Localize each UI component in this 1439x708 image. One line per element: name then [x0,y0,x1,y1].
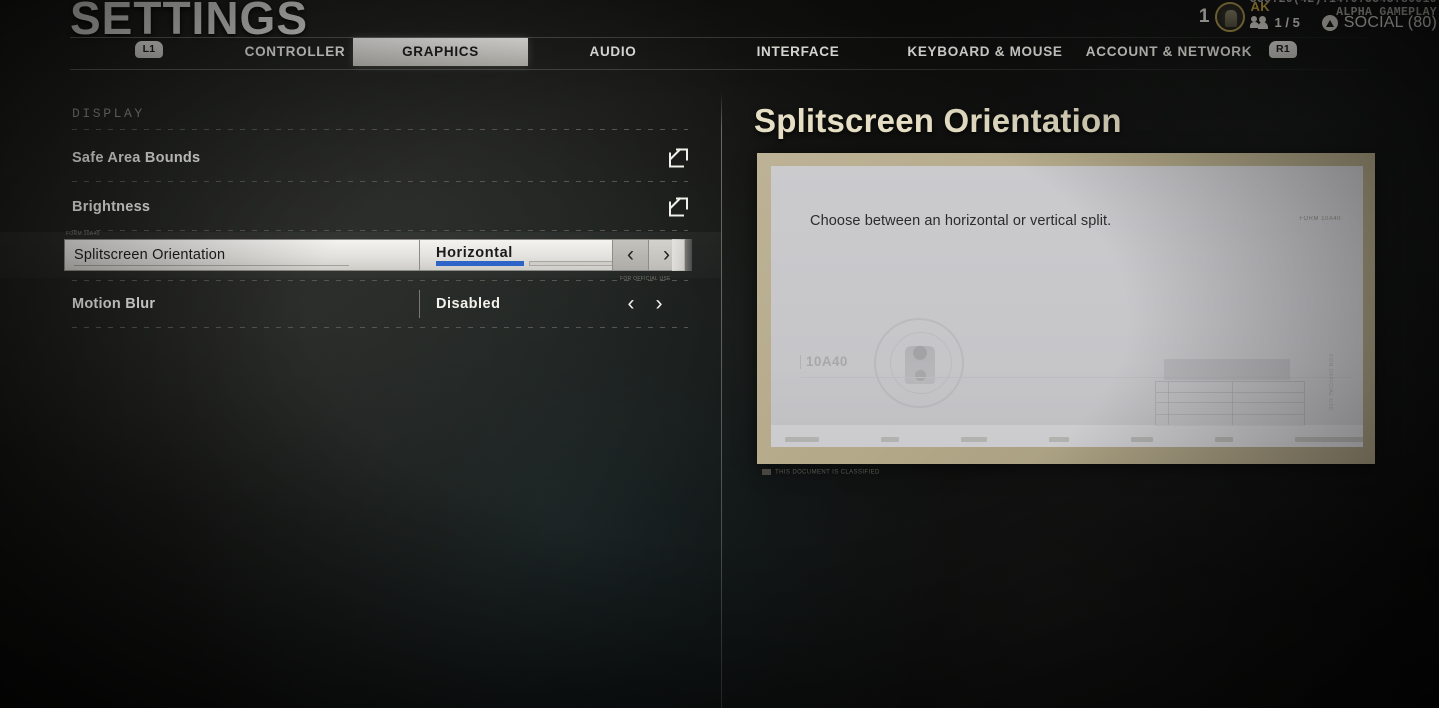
preview-title: Splitscreen Orientation [754,102,1122,139]
version-line-2: ALPHA GAMEPLAY [1336,5,1437,19]
bumper-l1[interactable]: L1 [135,41,163,58]
value-separator [419,290,420,318]
preview-side-tag: FOR OFFICIAL USE [1327,354,1333,411]
settings-tabbar[interactable]: L1 CONTROLLER GRAPHICS AUDIO INTERFACE K… [70,37,1370,70]
preview-form-table [1155,381,1305,426]
selected-row-microtag: FORM 10A40 [66,231,100,237]
selected-row-label-panel: Splitscreen Orientation [64,239,420,271]
preview-form-header-box [1164,359,1290,380]
build-version: 335.20(42).14.0.3343.80919 ALPHA GAMEPLA… [1250,0,1437,19]
setting-row-motion-blur[interactable]: Motion Blur Disabled ‹ › [0,281,721,327]
preview-frame: Choose between an horizontal or vertical… [757,153,1375,464]
setting-row-brightness[interactable]: Brightness [0,184,721,230]
preview-document: Choose between an horizontal or vertical… [771,166,1363,447]
selected-row-value-panel[interactable]: Horizontal ‹ › [420,239,685,271]
government-seal-icon [874,318,964,408]
option-progress-indicator [436,261,616,266]
divider [72,327,688,328]
external-link-icon[interactable] [669,197,688,217]
setting-row-safe-area-bounds[interactable]: Safe Area Bounds [0,135,721,181]
preview-bottom-strip [771,425,1363,447]
tab-account-network[interactable]: ACCOUNT & NETWORK [1035,38,1303,66]
tab-interface[interactable]: INTERFACE [723,38,873,66]
player-number: 1 [1198,6,1210,27]
preview-caption: THIS DOCUMENT IS CLASSIFIED [762,469,880,476]
avatar [1214,2,1245,32]
setting-label: Motion Blur [72,296,156,312]
divider [72,129,688,130]
tab-graphics[interactable]: GRAPHICS [353,38,528,66]
label-underline [74,265,349,266]
setting-value: Horizontal [436,245,513,261]
bumper-r1[interactable]: R1 [1269,41,1297,58]
section-header-display: DISPLAY [72,106,145,121]
selected-row-edge-glow [672,239,692,271]
stepper-prev-button[interactable]: ‹ [612,240,648,270]
divider [72,230,688,231]
tabbar-bottom-rule [70,69,1370,70]
preview-corner-tag: FORM 10A40 [1299,216,1341,222]
stepper-prev-button[interactable]: ‹ [617,289,645,319]
setting-label: Safe Area Bounds [72,150,201,166]
setting-row-splitscreen-orientation[interactable]: FORM 10A40 Splitscreen Orientation Horiz… [0,231,721,282]
setting-label: Splitscreen Orientation [74,247,226,263]
stepper-next-button[interactable]: › [645,289,673,319]
preview-form-code: 10A40 [800,354,848,369]
divider [72,181,688,182]
setting-label: Brightness [72,199,151,215]
external-link-icon[interactable] [669,148,688,168]
setting-value: Disabled [436,296,501,312]
preview-caption-text: THIS DOCUMENT IS CLASSIFIED [775,469,880,476]
preview-description: Choose between an horizontal or vertical… [810,213,1112,229]
tab-audio[interactable]: AUDIO [543,38,683,66]
preview-footer-fields [785,437,1363,443]
column-divider [721,92,722,708]
